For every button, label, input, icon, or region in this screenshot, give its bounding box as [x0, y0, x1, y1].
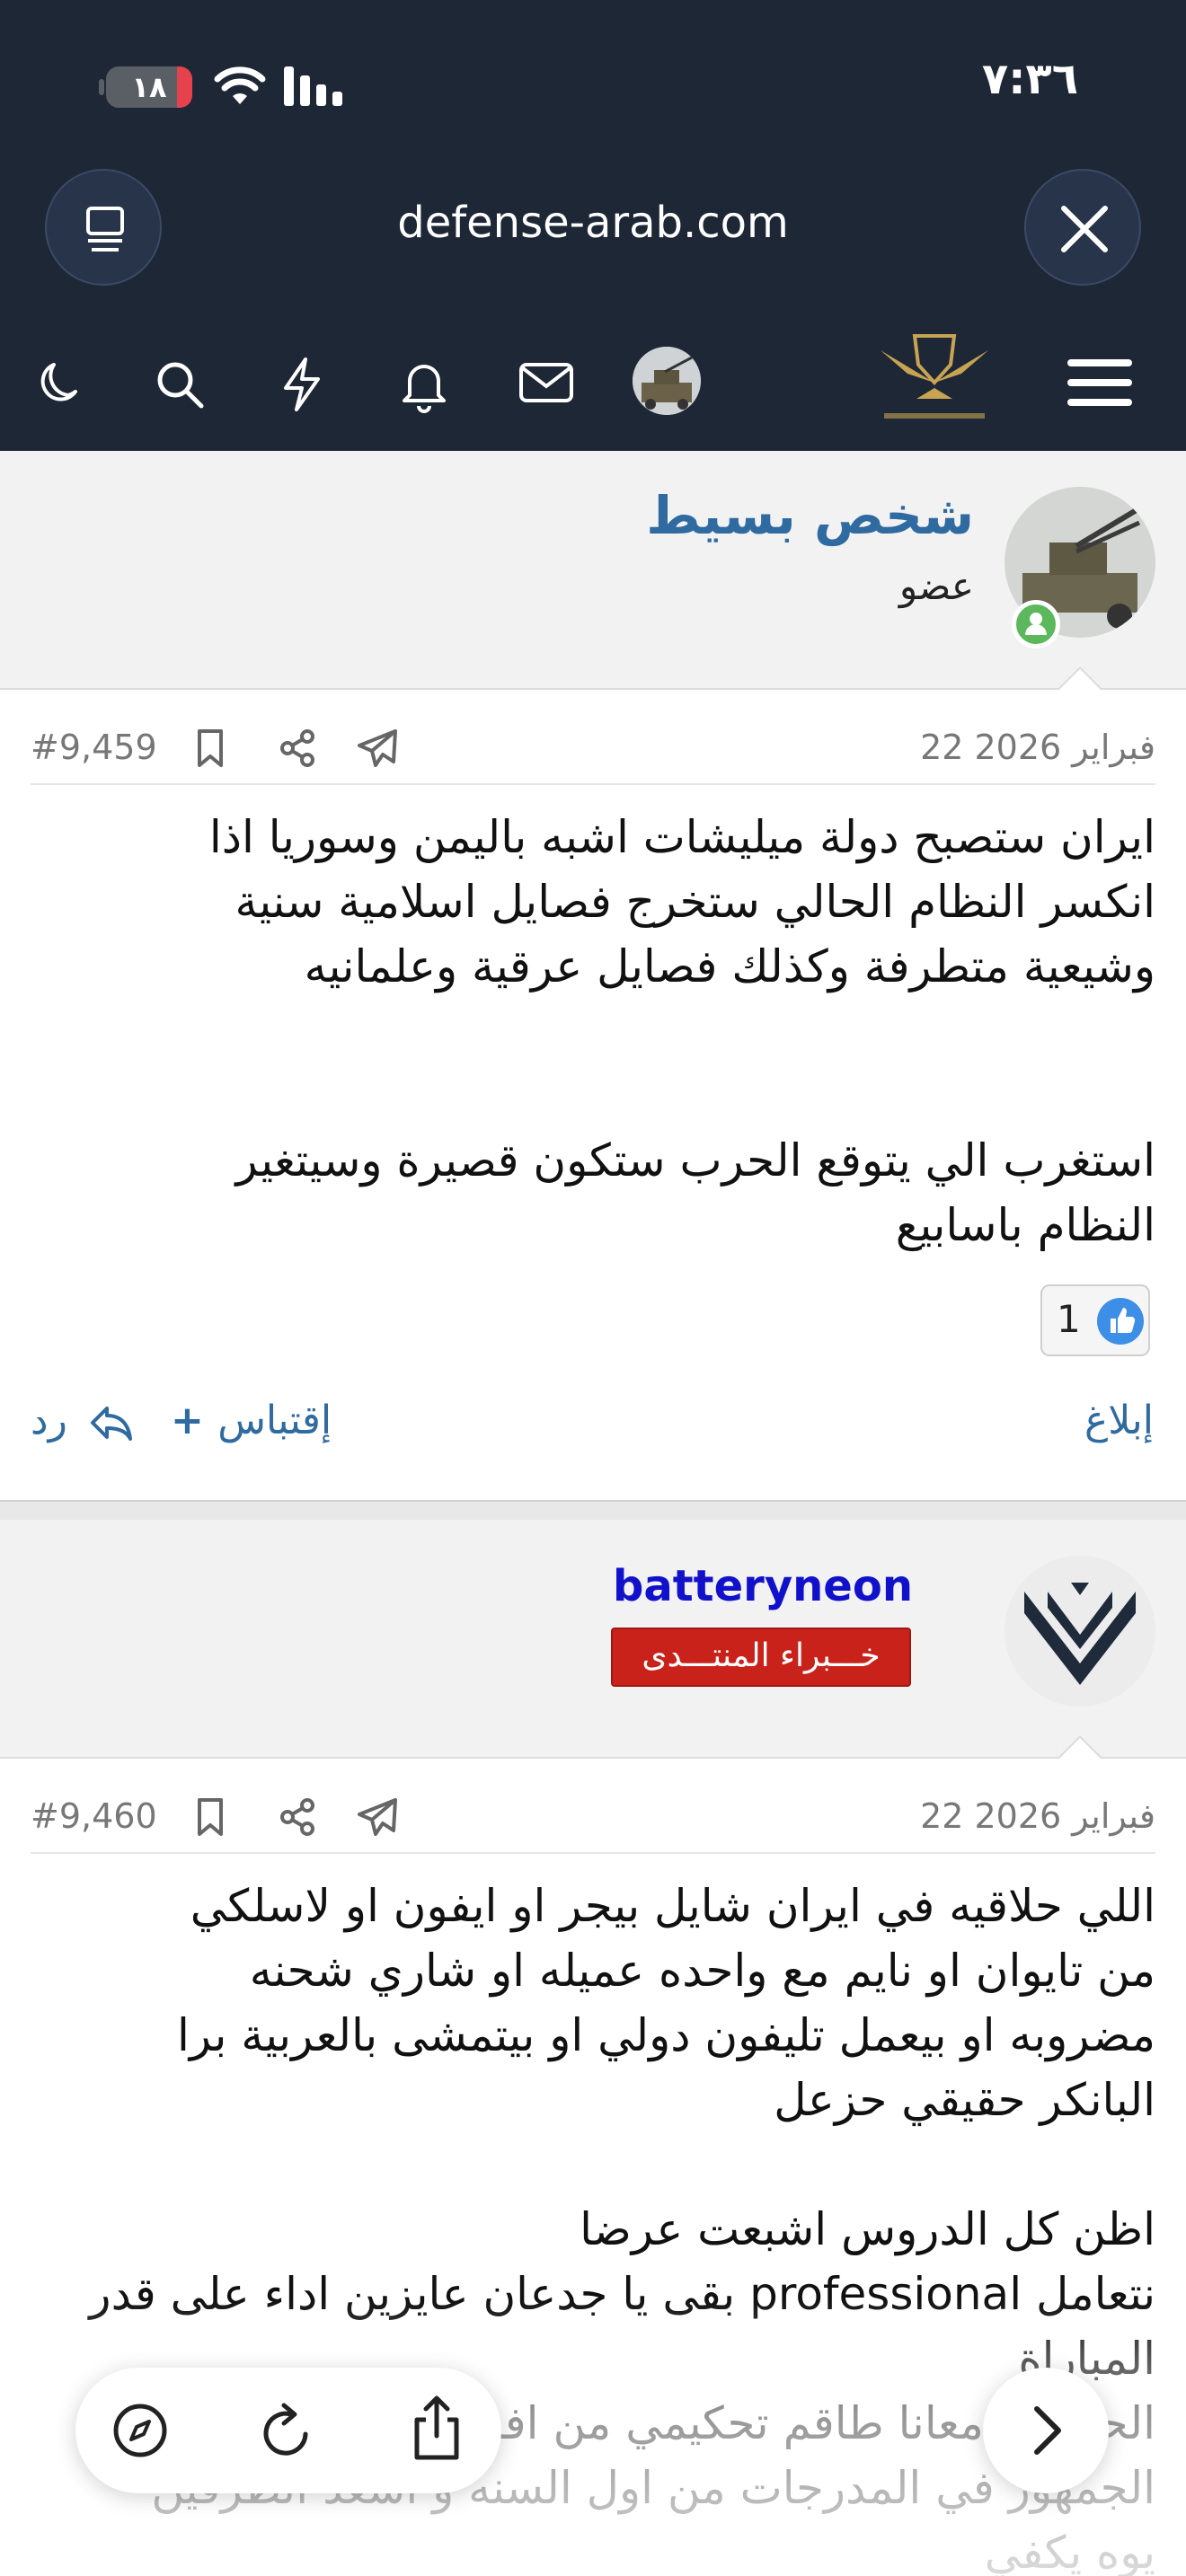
cellular-signal-icon [284, 66, 347, 106]
post-separator [31, 783, 1155, 785]
tab-overview-button[interactable] [45, 169, 162, 286]
reply-icon [90, 1407, 132, 1441]
search-icon[interactable] [153, 357, 207, 411]
post-user-band: شخص بسيط عضو [0, 451, 1186, 690]
status-time: ٧:٣٦ [981, 54, 1078, 104]
post-number[interactable]: #9,459 [31, 728, 157, 767]
report-link[interactable]: إبلاغ [1084, 1398, 1154, 1443]
reaction-count: 1 [1057, 1297, 1081, 1341]
post-number[interactable]: #9,460 [31, 1796, 157, 1836]
battery-nub [99, 79, 104, 95]
telegram-icon[interactable] [356, 1795, 401, 1839]
post-date[interactable]: 22 فبراير 2026 [920, 728, 1155, 767]
close-icon [1061, 206, 1108, 252]
share-icon[interactable] [277, 1796, 318, 1838]
share-icon[interactable] [277, 728, 318, 769]
bolt-icon[interactable] [275, 356, 329, 413]
wifi-icon [214, 65, 266, 106]
reply-label: رد [31, 1398, 67, 1443]
reload-icon[interactable] [259, 2400, 316, 2461]
url-text[interactable]: defense-arab.com [234, 198, 952, 248]
battery-indicator: ١٨ [106, 66, 192, 108]
post-user-band: batteryneon خـــبراء المنتـــدى [0, 1520, 1186, 1759]
like-icon [1096, 1297, 1145, 1345]
share-sheet-icon[interactable] [408, 2395, 465, 2463]
post-divider [0, 1500, 1186, 1520]
browser-top-bar: ١٨ ٧:٣٦ defense-arab.com [0, 0, 1186, 314]
reply-link[interactable]: رد [31, 1398, 134, 1443]
tabs-icon [86, 207, 124, 251]
bell-icon[interactable] [397, 356, 451, 413]
quote-label: إقتباس [217, 1398, 332, 1443]
plus-icon: + [171, 1398, 218, 1443]
moon-icon[interactable] [32, 356, 86, 410]
post-user-role: عضو [898, 564, 974, 608]
bookmark-icon[interactable] [192, 728, 228, 769]
post-pointer [1057, 666, 1103, 691]
forward-button[interactable] [983, 2368, 1109, 2493]
bookmark-icon[interactable] [192, 1796, 228, 1838]
post-date[interactable]: 22 فبراير 2026 [920, 1796, 1155, 1836]
menu-icon[interactable] [1066, 356, 1134, 410]
compass-icon[interactable] [111, 2402, 169, 2459]
mail-icon[interactable] [518, 357, 575, 408]
browser-toolbar [75, 2368, 501, 2493]
post-avatar[interactable] [1005, 1556, 1155, 1707]
battery-percent: ١٨ [131, 70, 167, 104]
forum-nav [0, 314, 1186, 451]
post-username[interactable]: batteryneon [613, 1561, 913, 1611]
telegram-icon[interactable] [356, 726, 401, 771]
site-logo[interactable] [863, 323, 1006, 440]
user-avatar[interactable] [633, 347, 701, 415]
forward-icon [1034, 2406, 1061, 2455]
user-rank-badge: خـــبراء المنتـــدى [611, 1628, 911, 1687]
close-button[interactable] [1024, 169, 1141, 286]
online-status-icon [1012, 600, 1060, 648]
reaction-summary[interactable]: 1 [1040, 1284, 1150, 1356]
post-1: 22 فبراير 2026 #9,459 ايران ستصبح دولة م… [0, 692, 1186, 1500]
post-body: ايران ستصبح دولة ميليشات اشبه باليمن وسو… [208, 811, 1155, 1251]
post-pointer [1057, 1735, 1103, 1760]
post-username[interactable]: شخص بسيط [646, 485, 974, 546]
post-separator [31, 1852, 1155, 1854]
quote-link[interactable]: + إقتباس [171, 1398, 332, 1443]
